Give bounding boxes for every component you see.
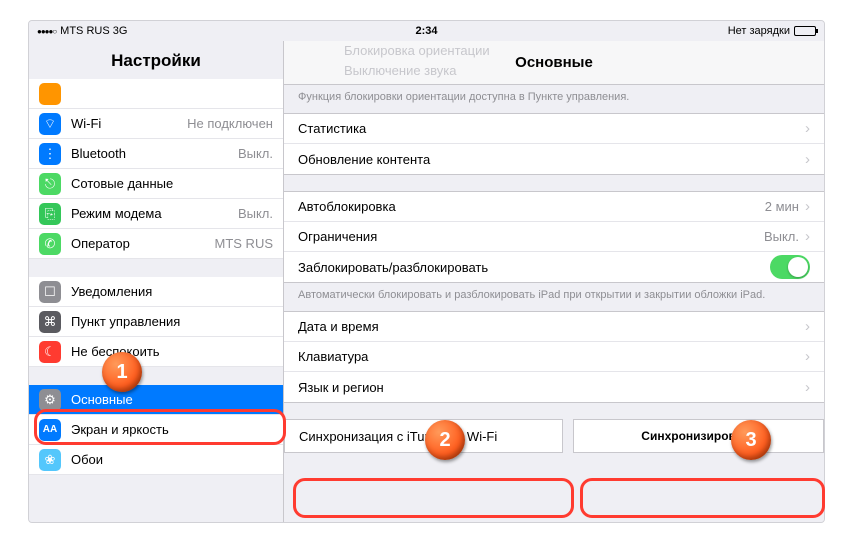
sidebar-item[interactable]	[29, 79, 283, 109]
settings-row[interactable]: Автоблокировка2 мин›	[284, 192, 824, 222]
sidebar-title: Настройки	[29, 41, 283, 79]
settings-sidebar: Настройки ⌔Wi-FiНе подключен⋮BluetoothВы…	[29, 41, 284, 522]
Не беспокоить-icon: ☾	[39, 341, 61, 363]
footnote: Автоматически блокировать и разблокирова…	[284, 283, 824, 311]
detail-title: Основные	[515, 54, 593, 71]
annotation-badge-2: 2	[425, 420, 465, 460]
chevron-right-icon: ›	[805, 318, 810, 335]
sidebar-item[interactable]: ☾Не беспокоить	[29, 337, 283, 367]
toggle-switch[interactable]	[770, 255, 810, 279]
detail-header: Блокировка ориентации Выключение звука О…	[284, 41, 824, 85]
signal-icon	[37, 25, 56, 37]
chevron-right-icon: ›	[805, 228, 810, 245]
settings-row[interactable]: Клавиатура›	[284, 342, 824, 372]
settings-row[interactable]: Заблокировать/разблокировать	[284, 252, 824, 282]
Bluetooth-icon: ⋮	[39, 143, 61, 165]
chevron-right-icon: ›	[805, 198, 810, 215]
itunes-wifi-sync-row[interactable]: Синхронизация с iTunes по Wi-Fi	[284, 419, 563, 453]
Обои-icon: ❀	[39, 449, 61, 471]
sidebar-item[interactable]: ⎋Сотовые данные	[29, 169, 283, 199]
annotation-badge-3: 3	[731, 420, 771, 460]
app-icon	[39, 83, 61, 105]
chevron-right-icon: ›	[805, 151, 810, 168]
sync-button[interactable]: Синхронизировать	[573, 419, 824, 453]
sidebar-item[interactable]: AAЭкран и яркость	[29, 415, 283, 445]
sidebar-item[interactable]: ⌔Wi-FiНе подключен	[29, 109, 283, 139]
Пункт управления-icon: ⌘	[39, 311, 61, 333]
settings-row[interactable]: ОграниченияВыкл.›	[284, 222, 824, 252]
chevron-right-icon: ›	[805, 348, 810, 365]
sidebar-item[interactable]: ⚙Основные	[29, 385, 283, 415]
sidebar-item[interactable]: ⌘Пункт управления	[29, 307, 283, 337]
sidebar-item[interactable]: ⎘Режим модемаВыкл.	[29, 199, 283, 229]
sidebar-item[interactable]: ✆ОператорMTS RUS	[29, 229, 283, 259]
Экран и яркость-icon: AA	[39, 419, 61, 441]
Сотовые данные-icon: ⎋	[39, 173, 61, 195]
footnote: Функция блокировки ориентации доступна в…	[284, 85, 824, 113]
sidebar-item[interactable]: ⋮BluetoothВыкл.	[29, 139, 283, 169]
battery-label: Нет зарядки	[728, 25, 790, 37]
settings-row[interactable]: Язык и регион›	[284, 372, 824, 402]
settings-row[interactable]: Дата и время›	[284, 312, 824, 342]
chevron-right-icon: ›	[805, 379, 810, 396]
carrier-label: MTS RUS 3G	[60, 25, 127, 37]
settings-row[interactable]: Обновление контента›	[284, 144, 824, 174]
sidebar-item[interactable]: ❀Обои	[29, 445, 283, 475]
battery-icon	[794, 26, 816, 36]
annotation-badge-1: 1	[102, 352, 142, 392]
Режим модема-icon: ⎘	[39, 203, 61, 225]
Уведомления-icon: ☐	[39, 281, 61, 303]
Wi-Fi-icon: ⌔	[39, 113, 61, 135]
Оператор-icon: ✆	[39, 233, 61, 255]
sidebar-item[interactable]: ☐Уведомления	[29, 277, 283, 307]
Основные-icon: ⚙	[39, 389, 61, 411]
chevron-right-icon: ›	[805, 120, 810, 137]
clock: 2:34	[415, 25, 437, 37]
status-bar: MTS RUS 3G 2:34 Нет зарядки	[29, 21, 824, 41]
settings-row[interactable]: Статистика›	[284, 114, 824, 144]
